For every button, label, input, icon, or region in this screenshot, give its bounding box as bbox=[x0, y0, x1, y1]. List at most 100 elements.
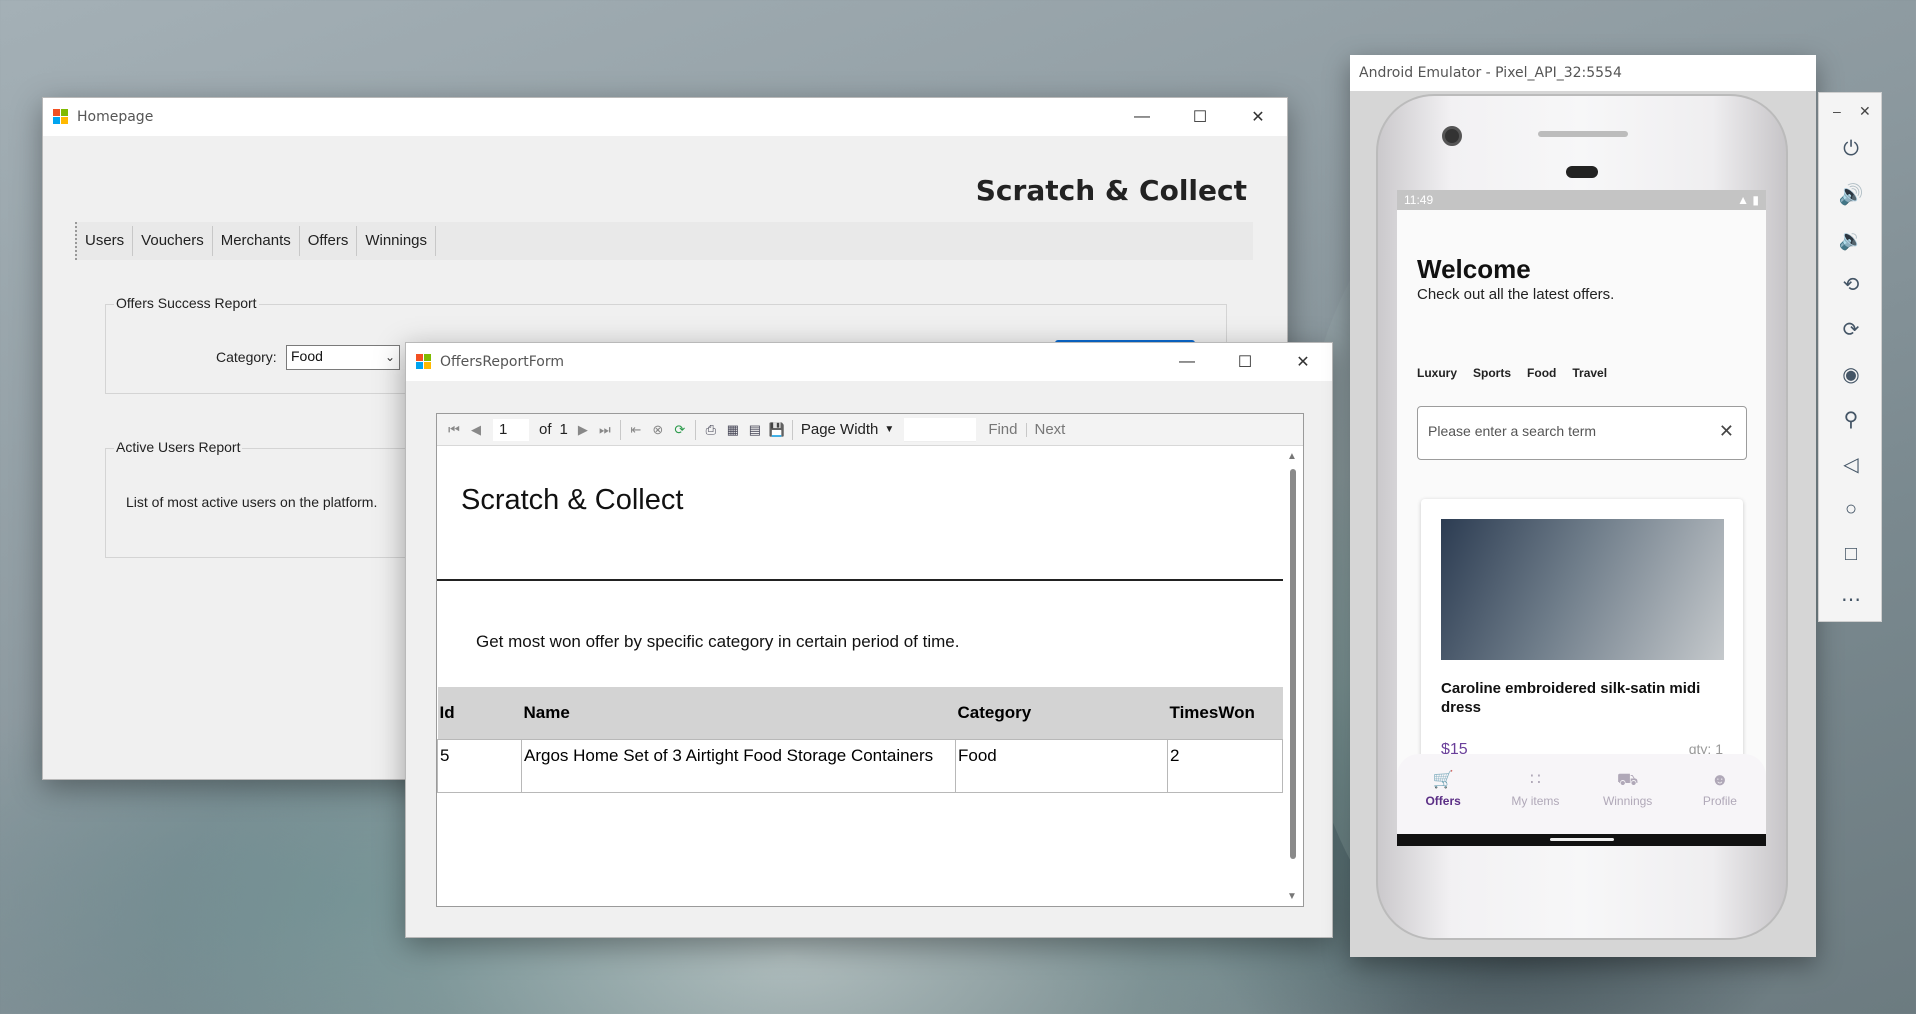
home-icon[interactable]: ○ bbox=[1837, 495, 1865, 523]
scroll-thumb[interactable] bbox=[1290, 469, 1296, 859]
column-header-name: Name bbox=[521, 687, 956, 740]
more-icon[interactable]: ⋯ bbox=[1837, 585, 1865, 613]
nav-offers[interactable]: 🛒 Offers bbox=[1397, 754, 1489, 834]
report-viewer: ⏮ ◀ 1 of 1 ▶ ⏭ ⇤ ⊗ ⟳ ⎙ ▦ ▤ 💾 Page Width … bbox=[436, 413, 1304, 907]
of-label: of bbox=[539, 421, 552, 438]
volume-down-icon[interactable]: 🔉 bbox=[1837, 225, 1865, 253]
previous-page-icon[interactable]: ◀ bbox=[465, 419, 487, 441]
category-tab-sports[interactable]: Sports bbox=[1473, 366, 1511, 380]
menu-item-users[interactable]: Users bbox=[77, 226, 134, 256]
grid-icon: ∷ bbox=[1529, 770, 1541, 789]
cell-timeswon: 2 bbox=[1167, 739, 1283, 793]
zoom-icon[interactable]: ⚲ bbox=[1837, 405, 1865, 433]
bottom-navigation: 🛒 Offers ∷ My items ⛟ Winnings ☻ Profile bbox=[1397, 754, 1766, 834]
maximize-icon[interactable]: ☐ bbox=[1171, 98, 1229, 136]
person-icon: ☻ bbox=[1710, 770, 1729, 789]
column-header-timeswon: TimesWon bbox=[1167, 687, 1283, 740]
minimize-icon[interactable]: — bbox=[1158, 343, 1216, 381]
category-tab-travel[interactable]: Travel bbox=[1572, 366, 1607, 380]
power-icon[interactable]: ⏻ bbox=[1837, 135, 1865, 163]
offer-name: Caroline embroidered silk-satin midi dre… bbox=[1441, 680, 1701, 716]
rotate-right-icon[interactable]: ⟳ bbox=[1837, 315, 1865, 343]
brand-heading: Scratch & Collect bbox=[975, 174, 1247, 207]
minimize-icon[interactable]: — bbox=[1113, 98, 1171, 136]
report-description: Get most won offer by specific category … bbox=[476, 632, 960, 651]
cart-icon: 🛒 bbox=[1432, 770, 1454, 789]
zoom-select[interactable]: Page Width ▼ bbox=[801, 421, 894, 438]
print-icon[interactable]: ⎙ bbox=[700, 419, 722, 441]
minimize-icon[interactable]: – bbox=[1833, 103, 1841, 119]
menu-item-offers[interactable]: Offers bbox=[300, 226, 358, 256]
first-page-icon[interactable]: ⏮ bbox=[443, 419, 465, 441]
find-button[interactable]: Find bbox=[988, 421, 1017, 438]
maximize-icon[interactable]: ☐ bbox=[1216, 343, 1274, 381]
users-report-description: List of most active users on the platfor… bbox=[126, 494, 378, 510]
next-page-icon[interactable]: ▶ bbox=[572, 419, 594, 441]
app-icon bbox=[53, 109, 69, 125]
camera-icon[interactable]: ◉ bbox=[1837, 360, 1865, 388]
cell-category: Food bbox=[955, 739, 1168, 793]
table-header-row: Id Name Category TimesWon bbox=[437, 687, 1283, 740]
category-tab-luxury[interactable]: Luxury bbox=[1417, 366, 1457, 380]
menu-item-merchants[interactable]: Merchants bbox=[213, 226, 300, 256]
find-input[interactable] bbox=[904, 417, 977, 442]
cell-id: 5 bbox=[437, 739, 522, 793]
scroll-up-icon[interactable]: ▲ bbox=[1287, 451, 1297, 462]
front-camera bbox=[1442, 126, 1462, 146]
rotate-left-icon[interactable]: ⟲ bbox=[1837, 270, 1865, 298]
close-icon[interactable]: ✕ bbox=[1274, 343, 1332, 381]
overview-icon[interactable]: □ bbox=[1837, 540, 1865, 568]
back-icon[interactable]: ⇤ bbox=[625, 419, 647, 441]
menu-item-vouchers[interactable]: Vouchers bbox=[133, 226, 213, 256]
scroll-down-icon[interactable]: ▼ bbox=[1287, 891, 1297, 902]
close-icon[interactable]: ✕ bbox=[1859, 103, 1871, 120]
gesture-bar[interactable] bbox=[1397, 834, 1766, 846]
nav-my-items[interactable]: ∷ My items bbox=[1489, 754, 1581, 834]
report-title: Scratch & Collect bbox=[461, 484, 684, 516]
report-titlebar[interactable]: OffersReportForm — ☐ ✕ bbox=[406, 343, 1332, 381]
category-tab-food[interactable]: Food bbox=[1527, 366, 1556, 380]
stop-icon[interactable]: ⊗ bbox=[647, 419, 669, 441]
clear-icon[interactable]: ✕ bbox=[1719, 421, 1734, 442]
homepage-titlebar[interactable]: Homepage — ☐ ✕ bbox=[43, 98, 1287, 136]
group-legend: Offers Success Report bbox=[114, 295, 259, 311]
next-button[interactable]: Next bbox=[1035, 421, 1066, 438]
column-header-category: Category bbox=[955, 687, 1168, 740]
refresh-icon[interactable]: ⟳ bbox=[669, 419, 691, 441]
nav-label: My items bbox=[1511, 794, 1560, 808]
status-icons: ▲ ▮ bbox=[1737, 193, 1759, 207]
nav-profile[interactable]: ☻ Profile bbox=[1674, 754, 1766, 834]
vertical-scrollbar[interactable]: ▲ ▼ bbox=[1283, 447, 1303, 906]
close-icon[interactable]: ✕ bbox=[1229, 98, 1287, 136]
page-total: 1 bbox=[559, 421, 568, 438]
cell-name: Argos Home Set of 3 Airtight Food Storag… bbox=[521, 739, 956, 793]
group-legend: Active Users Report bbox=[114, 439, 243, 455]
page-number-input[interactable]: 1 bbox=[493, 418, 529, 441]
nav-label: Winnings bbox=[1602, 794, 1653, 808]
last-page-icon[interactable]: ⏭ bbox=[594, 419, 616, 441]
status-time: 11:49 bbox=[1404, 193, 1434, 207]
page-setup-icon[interactable]: ▤ bbox=[744, 419, 766, 441]
report-table: Id Name Category TimesWon 5 Argos Home S… bbox=[437, 687, 1283, 793]
menu-item-winnings[interactable]: Winnings bbox=[357, 226, 437, 256]
volume-up-icon[interactable]: 🔊 bbox=[1837, 180, 1865, 208]
offer-card[interactable]: Caroline embroidered silk-satin midi dre… bbox=[1421, 499, 1743, 759]
phone-sensor bbox=[1566, 166, 1598, 178]
column-header-id: Id bbox=[437, 687, 522, 740]
export-icon[interactable]: 💾 bbox=[766, 419, 788, 441]
search-input[interactable]: Please enter a search term ✕ bbox=[1417, 406, 1747, 460]
report-divider bbox=[437, 579, 1283, 581]
print-layout-icon[interactable]: ▦ bbox=[722, 419, 744, 441]
category-label: Category: bbox=[216, 349, 277, 365]
truck-icon: ⛟ bbox=[1616, 770, 1639, 789]
app-icon bbox=[416, 354, 432, 370]
table-row: 5 Argos Home Set of 3 Airtight Food Stor… bbox=[437, 739, 1283, 793]
phone-screen: 11:49 ▲ ▮ Welcome Check out all the late… bbox=[1397, 190, 1766, 846]
offers-report-window: OffersReportForm — ☐ ✕ ⏮ ◀ 1 of 1 ▶ ⏭ ⇤ … bbox=[405, 342, 1333, 938]
emulator-side-panel: – ✕ ⏻ 🔊 🔉 ⟲ ⟳ ◉ ⚲ ◁ ○ □ ⋯ bbox=[1818, 92, 1882, 622]
nav-winnings[interactable]: ⛟ Winnings bbox=[1582, 754, 1674, 834]
welcome-heading: Welcome bbox=[1417, 254, 1531, 284]
back-icon[interactable]: ◁ bbox=[1837, 450, 1865, 478]
category-select[interactable]: Food ⌄ bbox=[286, 345, 400, 370]
window-title: Homepage bbox=[77, 109, 154, 125]
